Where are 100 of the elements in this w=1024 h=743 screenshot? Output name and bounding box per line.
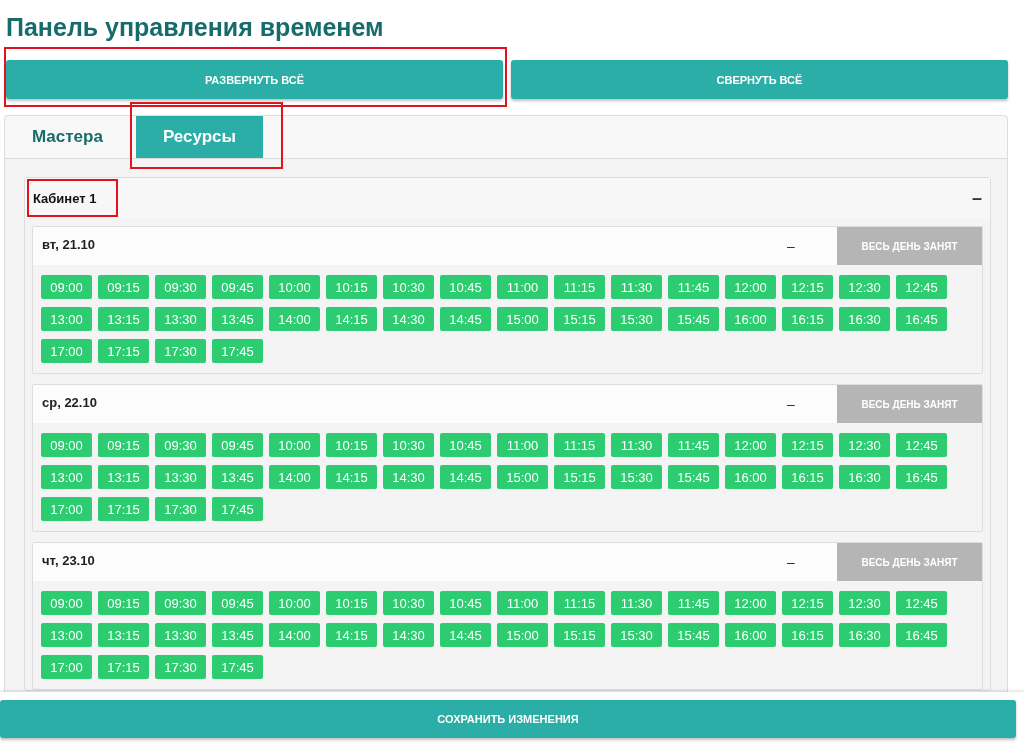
time-slot[interactable]: 17:00 [41,655,92,679]
time-slot[interactable]: 11:30 [611,275,662,299]
busy-day-button[interactable]: ВЕСЬ ДЕНЬ ЗАНЯТ [837,543,982,581]
time-slot[interactable]: 13:30 [155,465,206,489]
time-slot[interactable]: 15:00 [497,623,548,647]
time-slot[interactable]: 09:00 [41,275,92,299]
time-slot[interactable]: 11:00 [497,275,548,299]
time-slot[interactable]: 10:15 [326,591,377,615]
time-slot[interactable]: 09:15 [98,275,149,299]
time-slot[interactable]: 16:45 [896,307,947,331]
time-slot[interactable]: 16:30 [839,623,890,647]
time-slot[interactable]: 14:30 [383,465,434,489]
time-slot[interactable]: 11:45 [668,275,719,299]
time-slot[interactable]: 17:30 [155,497,206,521]
time-slot[interactable]: 11:45 [668,591,719,615]
time-slot[interactable]: 17:45 [212,339,263,363]
time-slot[interactable]: 10:45 [440,433,491,457]
time-slot[interactable]: 09:15 [98,433,149,457]
time-slot[interactable]: 16:15 [782,465,833,489]
action-button[interactable]: СВЕРНУТЬ ВСЁ [511,60,1008,99]
time-slot[interactable]: 13:00 [41,465,92,489]
time-slot[interactable]: 14:00 [269,623,320,647]
time-slot[interactable]: 14:15 [326,465,377,489]
action-button[interactable]: РАЗВЕРНУТЬ ВСЁ [6,60,503,99]
time-slot[interactable]: 15:45 [668,465,719,489]
time-slot[interactable]: 16:00 [725,623,776,647]
busy-day-button[interactable]: ВЕСЬ ДЕНЬ ЗАНЯТ [837,227,982,265]
time-slot[interactable]: 16:00 [725,307,776,331]
time-slot[interactable]: 09:45 [212,433,263,457]
time-slot[interactable]: 17:30 [155,339,206,363]
time-slot[interactable]: 09:30 [155,591,206,615]
time-slot[interactable]: 15:15 [554,307,605,331]
time-slot[interactable]: 13:00 [41,307,92,331]
time-slot[interactable]: 15:45 [668,307,719,331]
time-slot[interactable]: 13:00 [41,623,92,647]
time-slot[interactable]: 13:15 [98,623,149,647]
time-slot[interactable]: 11:45 [668,433,719,457]
time-slot[interactable]: 16:00 [725,465,776,489]
time-slot[interactable]: 10:00 [269,591,320,615]
time-slot[interactable]: 13:15 [98,307,149,331]
time-slot[interactable]: 15:30 [611,623,662,647]
time-slot[interactable]: 14:30 [383,307,434,331]
time-slot[interactable]: 14:00 [269,307,320,331]
time-slot[interactable]: 09:45 [212,591,263,615]
time-slot[interactable]: 17:45 [212,497,263,521]
time-slot[interactable]: 13:45 [212,623,263,647]
time-slot[interactable]: 10:00 [269,433,320,457]
time-slot[interactable]: 12:15 [782,433,833,457]
time-slot[interactable]: 11:30 [611,433,662,457]
time-slot[interactable]: 11:15 [554,433,605,457]
collapse-toggle[interactable]: – [972,187,982,209]
time-slot[interactable]: 15:45 [668,623,719,647]
time-slot[interactable]: 12:30 [839,275,890,299]
time-slot[interactable]: 12:00 [725,433,776,457]
time-slot[interactable]: 16:45 [896,465,947,489]
time-slot[interactable]: 11:15 [554,591,605,615]
time-slot[interactable]: 14:45 [440,307,491,331]
time-slot[interactable]: 17:15 [98,497,149,521]
time-slot[interactable]: 09:00 [41,591,92,615]
time-slot[interactable]: 12:00 [725,275,776,299]
time-slot[interactable]: 10:30 [383,433,434,457]
time-slot[interactable]: 11:15 [554,275,605,299]
time-slot[interactable]: 16:30 [839,465,890,489]
time-slot[interactable]: 13:15 [98,465,149,489]
time-slot[interactable]: 12:00 [725,591,776,615]
time-slot[interactable]: 14:15 [326,307,377,331]
time-slot[interactable]: 13:30 [155,623,206,647]
time-slot[interactable]: 10:45 [440,591,491,615]
time-slot[interactable]: 14:45 [440,623,491,647]
collapse-toggle[interactable]: – [761,227,821,265]
time-slot[interactable]: 13:45 [212,465,263,489]
time-slot[interactable]: 16:15 [782,307,833,331]
time-slot[interactable]: 10:15 [326,275,377,299]
time-slot[interactable]: 10:30 [383,275,434,299]
time-slot[interactable]: 09:30 [155,433,206,457]
collapse-toggle[interactable]: – [761,385,821,423]
tab[interactable]: Ресурсы [135,116,264,158]
time-slot[interactable]: 14:15 [326,623,377,647]
time-slot[interactable]: 11:00 [497,591,548,615]
time-slot[interactable]: 17:00 [41,339,92,363]
time-slot[interactable]: 10:00 [269,275,320,299]
time-slot[interactable]: 12:15 [782,275,833,299]
time-slot[interactable]: 15:00 [497,465,548,489]
time-slot[interactable]: 10:45 [440,275,491,299]
time-slot[interactable]: 09:45 [212,275,263,299]
time-slot[interactable]: 15:00 [497,307,548,331]
time-slot[interactable]: 17:15 [98,339,149,363]
time-slot[interactable]: 14:30 [383,623,434,647]
time-slot[interactable]: 17:00 [41,497,92,521]
time-slot[interactable]: 09:30 [155,275,206,299]
time-slot[interactable]: 12:45 [896,275,947,299]
time-slot[interactable]: 12:45 [896,433,947,457]
time-slot[interactable]: 12:30 [839,433,890,457]
time-slot[interactable]: 16:15 [782,623,833,647]
time-slot[interactable]: 13:30 [155,307,206,331]
time-slot[interactable]: 09:15 [98,591,149,615]
time-slot[interactable]: 17:45 [212,655,263,679]
time-slot[interactable]: 10:15 [326,433,377,457]
save-button[interactable]: СОХРАНИТЬ ИЗМЕНЕНИЯ [0,700,1016,738]
time-slot[interactable]: 15:15 [554,465,605,489]
